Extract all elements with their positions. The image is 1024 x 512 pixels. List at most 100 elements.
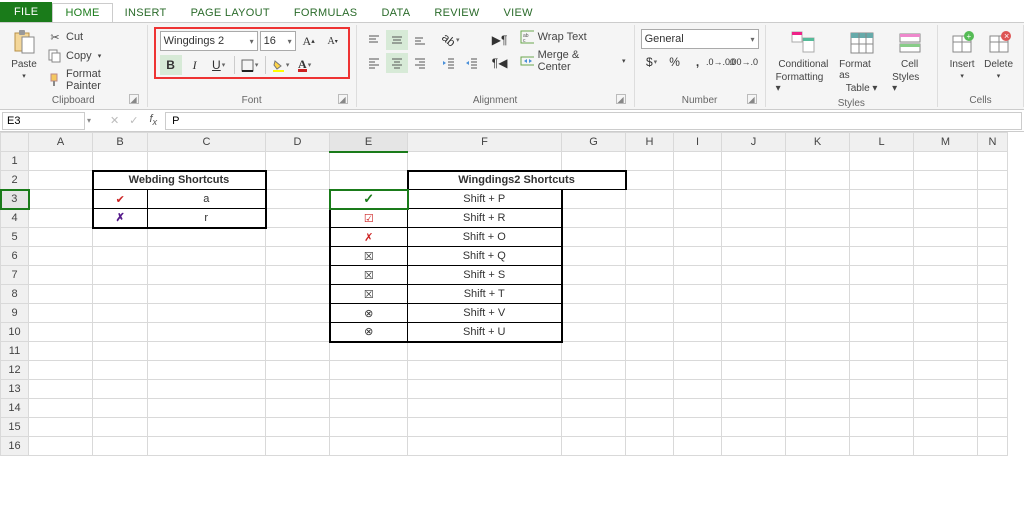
cell[interactable] — [978, 190, 1008, 209]
cell[interactable] — [786, 418, 850, 437]
cell[interactable]: Shift + T — [408, 285, 562, 304]
cell[interactable] — [674, 190, 722, 209]
cell[interactable] — [29, 209, 93, 228]
cell[interactable] — [626, 380, 674, 399]
cell[interactable] — [562, 285, 626, 304]
cell[interactable] — [93, 342, 148, 361]
cell[interactable] — [266, 266, 330, 285]
font-color-button[interactable]: A▾ — [294, 55, 316, 75]
cell[interactable] — [786, 380, 850, 399]
cell[interactable] — [330, 380, 408, 399]
row-header[interactable]: 6 — [1, 247, 29, 266]
cell[interactable]: ✗ — [330, 228, 408, 247]
cell[interactable] — [722, 418, 786, 437]
cell[interactable]: r — [148, 209, 266, 228]
col-header[interactable]: F — [408, 133, 562, 152]
align-right-button[interactable] — [409, 53, 431, 73]
cell[interactable] — [330, 437, 408, 456]
cell[interactable] — [148, 266, 266, 285]
cell[interactable] — [722, 190, 786, 209]
cell[interactable] — [148, 418, 266, 437]
cell[interactable] — [786, 437, 850, 456]
cell[interactable] — [408, 399, 562, 418]
increase-indent-button[interactable] — [460, 53, 482, 73]
cell[interactable] — [850, 437, 914, 456]
cell[interactable] — [93, 361, 148, 380]
col-header[interactable]: D — [266, 133, 330, 152]
cell[interactable]: Shift + R — [408, 209, 562, 228]
cell[interactable] — [978, 171, 1008, 190]
chevron-down-icon[interactable]: ▾ — [87, 116, 91, 125]
cell[interactable] — [722, 152, 786, 171]
cell[interactable] — [266, 437, 330, 456]
cell[interactable] — [674, 437, 722, 456]
align-middle-button[interactable] — [386, 30, 408, 50]
format-painter-button[interactable]: Format Painter — [46, 67, 141, 93]
cell[interactable] — [148, 437, 266, 456]
italic-button[interactable]: I — [184, 55, 206, 75]
cell[interactable] — [914, 342, 978, 361]
cell[interactable] — [266, 323, 330, 342]
cell[interactable] — [562, 437, 626, 456]
col-header[interactable]: H — [626, 133, 674, 152]
cell[interactable] — [786, 152, 850, 171]
cell[interactable] — [266, 399, 330, 418]
cell[interactable] — [330, 152, 408, 171]
delete-cells-button[interactable]: ×Delete▾ — [980, 27, 1017, 82]
cell[interactable] — [626, 247, 674, 266]
cell[interactable] — [914, 361, 978, 380]
cell[interactable] — [786, 285, 850, 304]
cell[interactable] — [266, 247, 330, 266]
cell[interactable] — [674, 152, 722, 171]
cell[interactable] — [850, 418, 914, 437]
tab-file[interactable]: FILE — [0, 2, 52, 22]
cell[interactable]: ☒ — [330, 285, 408, 304]
cell[interactable] — [148, 342, 266, 361]
cell[interactable] — [562, 323, 626, 342]
cell[interactable] — [266, 228, 330, 247]
cell[interactable]: Shift + O — [408, 228, 562, 247]
cell[interactable] — [408, 418, 562, 437]
col-header[interactable]: A — [29, 133, 93, 152]
cell[interactable] — [562, 399, 626, 418]
cell[interactable] — [674, 380, 722, 399]
row-header[interactable]: 7 — [1, 266, 29, 285]
cell[interactable] — [266, 152, 330, 171]
cell[interactable] — [562, 361, 626, 380]
cell[interactable] — [626, 152, 674, 171]
cell[interactable] — [978, 380, 1008, 399]
col-header[interactable]: I — [674, 133, 722, 152]
cell[interactable] — [330, 171, 408, 190]
cell[interactable] — [914, 190, 978, 209]
cell[interactable] — [722, 323, 786, 342]
cell[interactable] — [626, 190, 674, 209]
cell[interactable] — [786, 266, 850, 285]
row-header[interactable]: 11 — [1, 342, 29, 361]
cell[interactable] — [850, 323, 914, 342]
insert-cells-button[interactable]: +Insert▾ — [944, 27, 980, 82]
cell[interactable] — [978, 285, 1008, 304]
cell[interactable] — [266, 342, 330, 361]
cell[interactable] — [626, 361, 674, 380]
cell[interactable] — [674, 361, 722, 380]
cell[interactable] — [722, 304, 786, 323]
row-header[interactable]: 3 — [1, 190, 29, 209]
worksheet[interactable]: A B C D E F G H I J K L M N 12Webding Sh… — [0, 132, 1024, 456]
cell[interactable] — [786, 171, 850, 190]
cell[interactable] — [914, 399, 978, 418]
cell[interactable] — [93, 418, 148, 437]
cell[interactable] — [786, 228, 850, 247]
fx-icon[interactable]: fx — [143, 113, 163, 127]
number-format-combo[interactable]: General▾ — [641, 29, 759, 49]
format-as-table-button[interactable]: Format asTable ▾ — [835, 27, 888, 96]
cell[interactable]: Shift + P — [408, 190, 562, 209]
cell[interactable] — [978, 418, 1008, 437]
cell[interactable]: Shift + U — [408, 323, 562, 342]
cell[interactable] — [914, 228, 978, 247]
cell[interactable] — [148, 228, 266, 247]
tab-page-layout[interactable]: PAGE LAYOUT — [179, 4, 282, 22]
cell[interactable] — [850, 285, 914, 304]
cell[interactable] — [562, 418, 626, 437]
font-size-combo[interactable]: 16▾ — [260, 31, 296, 51]
cell[interactable] — [722, 171, 786, 190]
